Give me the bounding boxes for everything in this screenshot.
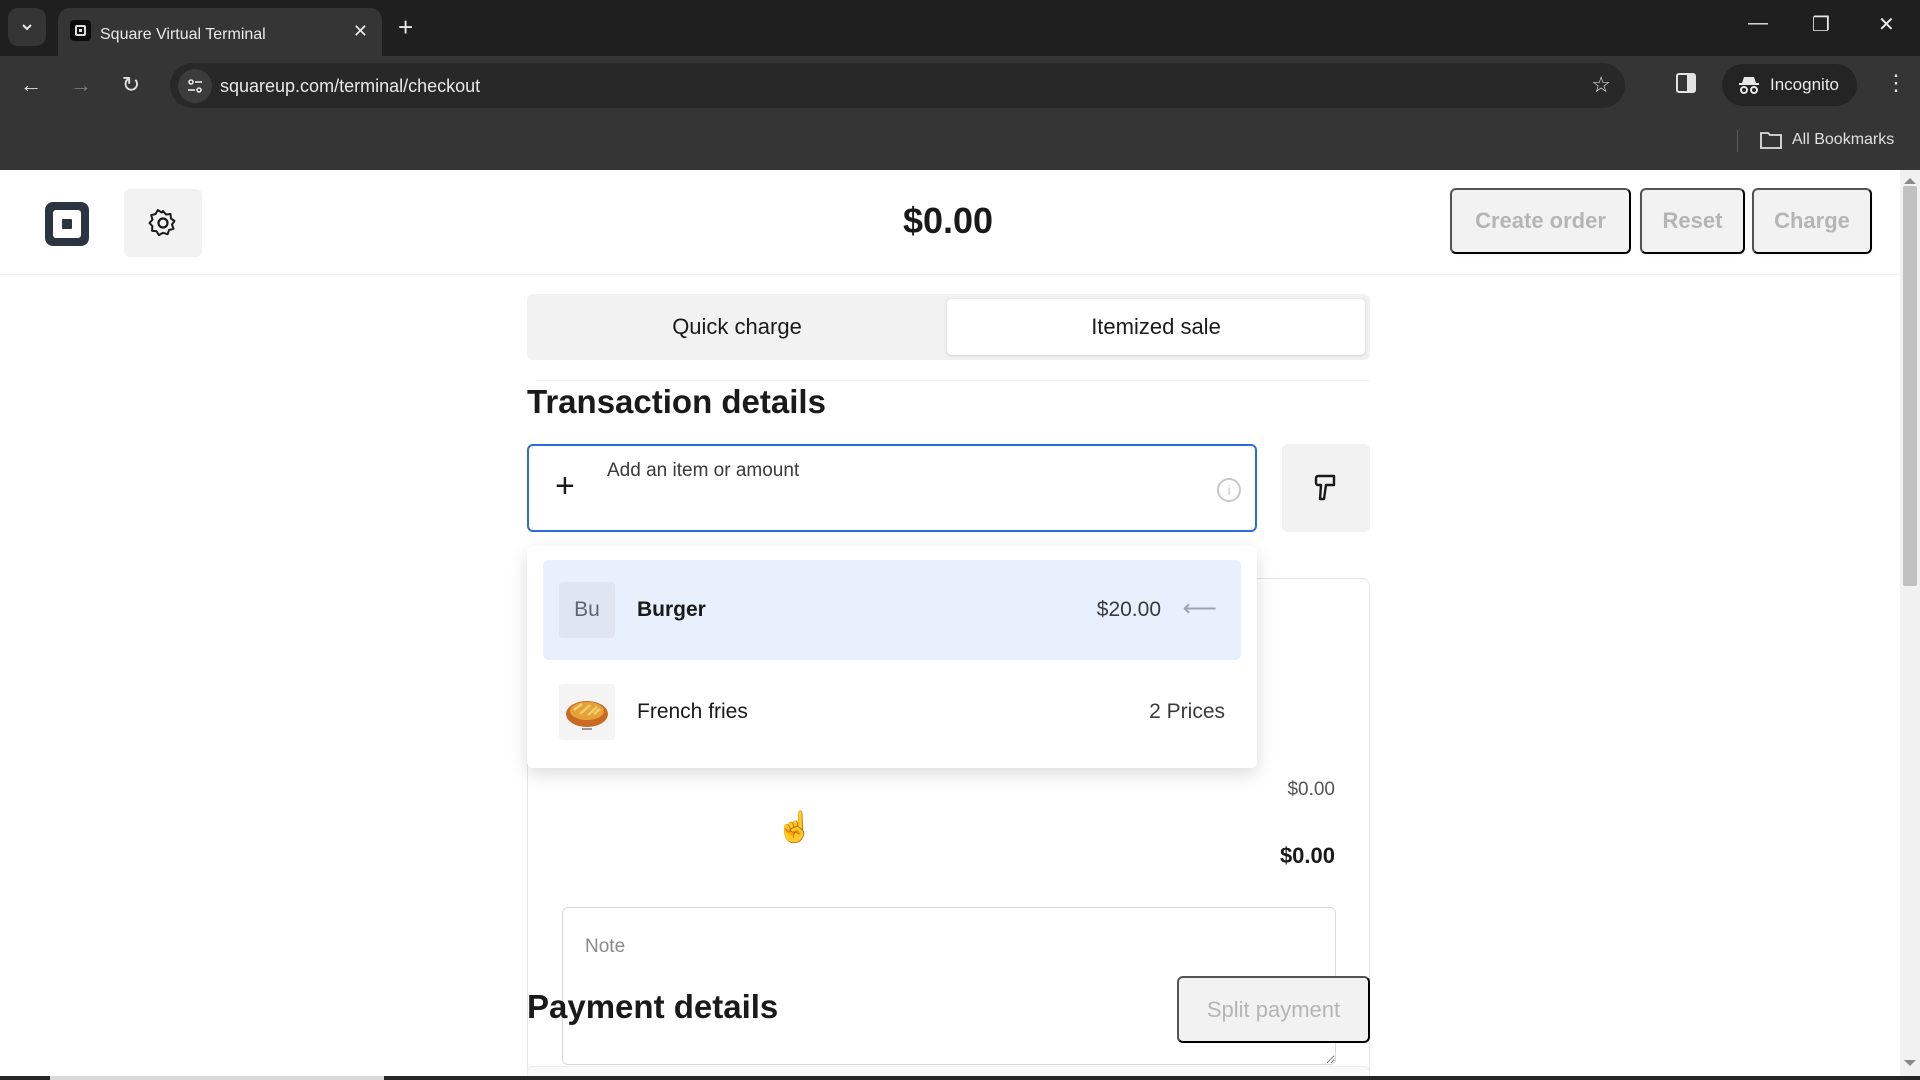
suggestion-item-burger[interactable]: Bu Burger $20.00 ⟵ bbox=[543, 560, 1241, 660]
all-bookmarks-button[interactable]: All Bookmarks bbox=[1760, 131, 1894, 149]
side-panel-icon[interactable] bbox=[1676, 73, 1696, 93]
item-name: French fries bbox=[637, 700, 748, 723]
scrollbar-thumb[interactable] bbox=[1903, 186, 1917, 586]
app-header: $0.00 Create order Reset Charge bbox=[0, 170, 1900, 275]
bookmarks-bar: All Bookmarks bbox=[0, 114, 1920, 170]
square-favicon-icon bbox=[70, 20, 91, 41]
bookmark-star-icon[interactable]: ☆ bbox=[1591, 72, 1611, 98]
scroll-up-arrow[interactable] bbox=[1904, 178, 1916, 184]
page-scrollbar[interactable] bbox=[1900, 170, 1920, 1080]
transaction-details-title: Transaction details bbox=[527, 383, 826, 420]
new-tab-button[interactable]: + bbox=[398, 12, 413, 42]
item-suggestions-dropdown: Bu Burger $20.00 ⟵ French fries 2 Prices bbox=[527, 546, 1257, 768]
hand-pointer-cursor: ☝ bbox=[776, 811, 814, 844]
add-item-field[interactable]: + i bbox=[527, 444, 1257, 532]
site-info-icon[interactable] bbox=[178, 69, 212, 103]
chevron-down-icon bbox=[22, 24, 32, 31]
browser-menu-icon[interactable]: ⋮ bbox=[1885, 70, 1907, 96]
address-bar[interactable]: squareup.com/terminal/checkout ☆ bbox=[170, 63, 1625, 108]
item-price: $20.00 bbox=[1096, 598, 1161, 621]
video-progress-bar[interactable] bbox=[0, 1076, 1920, 1080]
all-bookmarks-label: All Bookmarks bbox=[1792, 131, 1895, 148]
sale-mode-tabs: Quick charge Itemized sale bbox=[527, 294, 1370, 360]
scroll-down-arrow[interactable] bbox=[1904, 1060, 1916, 1066]
suggestion-item-french-fries[interactable]: French fries 2 Prices bbox=[543, 662, 1241, 762]
total-value: $0.00 bbox=[1279, 843, 1335, 868]
add-item-input[interactable] bbox=[607, 460, 1167, 482]
browser-tabstrip: Square Virtual Terminal ✕ + — ❐ ✕ bbox=[0, 0, 1920, 56]
barcode-scanner-icon bbox=[1314, 474, 1336, 501]
split-payment-button[interactable]: Split payment bbox=[1177, 976, 1370, 1043]
subtotal-value: $0.00 bbox=[1287, 779, 1335, 800]
payment-details-title: Payment details bbox=[527, 988, 779, 1025]
browser-toolbar: ← → ↻ squareup.com/terminal/checkout ☆ I… bbox=[0, 56, 1920, 114]
forward-button[interactable]: → bbox=[66, 70, 96, 100]
profile-label: Incognito bbox=[1770, 75, 1839, 94]
tab-title: Square Virtual Terminal bbox=[100, 26, 266, 43]
close-window-button[interactable]: ✕ bbox=[1878, 12, 1895, 37]
tab-close-icon[interactable]: ✕ bbox=[353, 21, 368, 42]
incognito-icon bbox=[1739, 77, 1759, 94]
plus-icon: + bbox=[555, 467, 575, 505]
item-price-count: 2 Prices bbox=[1149, 700, 1225, 723]
folder-icon bbox=[1760, 132, 1782, 149]
page: $0.00 Create order Reset Charge Quick ch… bbox=[0, 170, 1920, 1080]
bookmarks-separator bbox=[1737, 130, 1738, 152]
reload-button[interactable]: ↻ bbox=[116, 70, 146, 100]
barcode-scanner-button[interactable] bbox=[1282, 444, 1370, 532]
info-icon[interactable]: i bbox=[1217, 478, 1241, 502]
charge-button[interactable]: Charge bbox=[1752, 188, 1872, 254]
url-text[interactable]: squareup.com/terminal/checkout bbox=[220, 76, 480, 97]
back-button[interactable]: ← bbox=[16, 70, 46, 100]
tab-quick-charge[interactable]: Quick charge bbox=[527, 294, 947, 360]
section-divider bbox=[536, 380, 1370, 381]
minimize-button[interactable]: — bbox=[1748, 12, 1768, 35]
item-initials-thumb: Bu bbox=[559, 582, 615, 638]
incognito-badge[interactable]: Incognito bbox=[1722, 64, 1857, 106]
enter-key-icon: ⟵ bbox=[1182, 595, 1217, 622]
reset-button[interactable]: Reset bbox=[1640, 188, 1745, 254]
browser-tab[interactable]: Square Virtual Terminal ✕ bbox=[58, 8, 382, 56]
video-progress-fill bbox=[50, 1076, 384, 1080]
french-fries-image bbox=[559, 684, 615, 740]
item-name: Burger bbox=[637, 598, 706, 621]
restore-button[interactable]: ❐ bbox=[1812, 12, 1830, 37]
tab-itemized-sale[interactable]: Itemized sale bbox=[947, 299, 1365, 355]
create-order-button[interactable]: Create order bbox=[1450, 188, 1631, 254]
tab-search-button[interactable] bbox=[8, 8, 46, 46]
